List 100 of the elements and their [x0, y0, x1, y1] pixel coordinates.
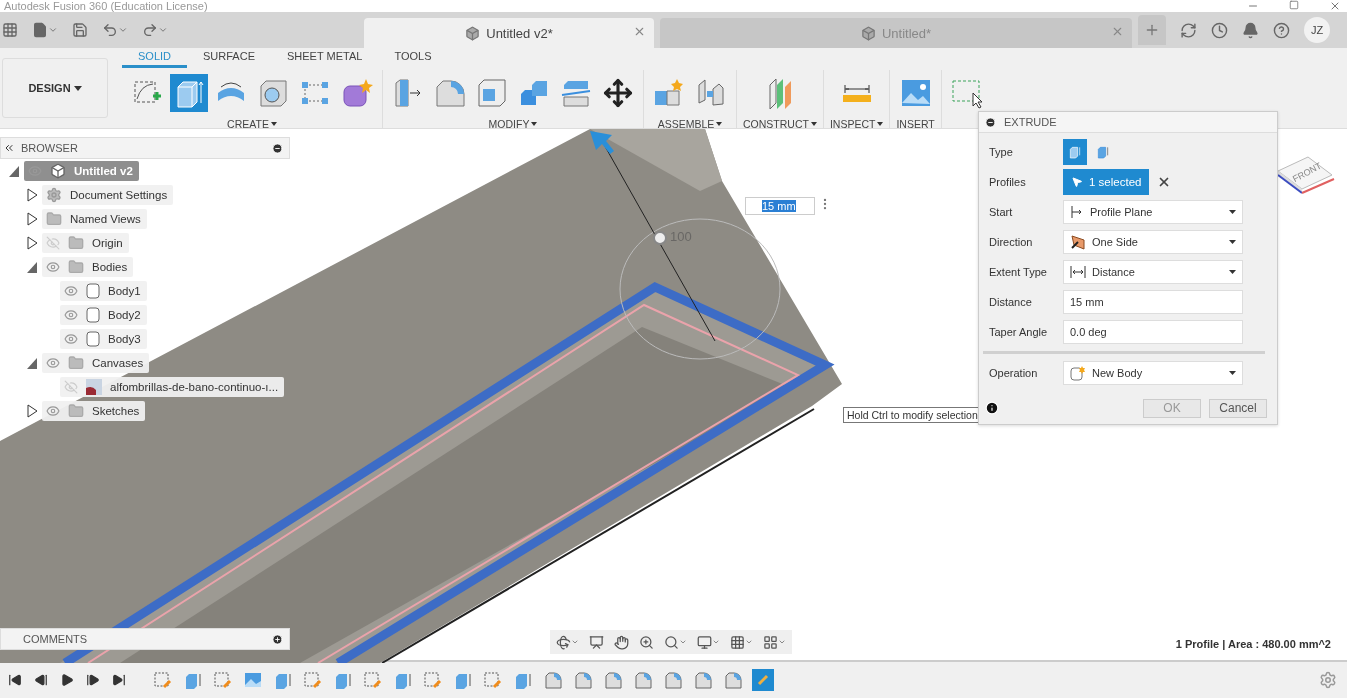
manipulator-handle[interactable] — [653, 231, 667, 245]
timeline-item[interactable] — [752, 669, 774, 691]
dropdown[interactable]: One Side — [1063, 230, 1243, 254]
timeline-item[interactable] — [152, 669, 174, 691]
play-icon[interactable] — [60, 673, 74, 687]
look-at-button[interactable] — [589, 634, 604, 650]
ribbon-tab[interactable]: TOOLS — [378, 48, 448, 68]
bell-icon[interactable] — [1242, 21, 1259, 39]
viewports-button[interactable] — [763, 634, 786, 650]
dropdown[interactable]: Distance — [1063, 260, 1243, 284]
undo-button[interactable] — [102, 22, 128, 38]
direction-icon — [1070, 234, 1086, 250]
file-menu-button[interactable] — [32, 22, 58, 38]
timeline-item[interactable] — [602, 669, 624, 691]
tree-item[interactable]: Body3 — [60, 329, 147, 349]
expand-toggle-icon[interactable] — [26, 404, 38, 418]
redo-button[interactable] — [142, 22, 168, 38]
input-field[interactable]: 0.0 deg — [1063, 320, 1243, 344]
pan-button[interactable] — [614, 634, 629, 650]
document-tab[interactable]: Untitled v2* — [364, 18, 654, 48]
ribbon-tab[interactable]: SHEET METAL — [271, 48, 379, 68]
expand-toggle-icon[interactable] — [26, 212, 38, 226]
apps-grid-button[interactable] — [2, 22, 18, 38]
tree-item[interactable]: Origin — [42, 233, 129, 253]
dropdown[interactable]: New Body — [1063, 361, 1243, 385]
selection-button[interactable]: 1 selected — [1063, 169, 1150, 195]
caret-icon — [1229, 240, 1236, 244]
expand-toggle-icon[interactable] — [26, 236, 38, 250]
group-menu[interactable]: ASSEMBLE — [657, 118, 723, 130]
zoom-button[interactable] — [639, 634, 654, 650]
timeline-item[interactable] — [632, 669, 654, 691]
timeline-item[interactable] — [662, 669, 684, 691]
new-tab-button[interactable] — [1138, 15, 1166, 45]
fillet-icon — [724, 671, 742, 689]
save-icon — [72, 22, 88, 38]
timeline-item[interactable] — [542, 669, 564, 691]
caret-icon — [531, 122, 538, 126]
clock-icon[interactable] — [1211, 21, 1228, 39]
orbit-button[interactable] — [556, 634, 579, 650]
tree-item[interactable]: Body1 — [60, 281, 147, 301]
close-icon[interactable] — [633, 25, 646, 38]
info-icon[interactable] — [985, 401, 999, 415]
user-avatar[interactable]: JZ — [1304, 17, 1330, 43]
last-icon[interactable] — [112, 673, 126, 687]
tree-item[interactable]: Bodies — [42, 257, 134, 277]
timeline-item[interactable] — [482, 669, 504, 691]
undo-icon — [102, 22, 118, 38]
timeline-item[interactable] — [572, 669, 594, 691]
caret-icon — [571, 638, 579, 646]
add-icon[interactable] — [272, 633, 283, 645]
group-menu[interactable]: INSPECT — [829, 118, 884, 130]
previous-icon[interactable] — [34, 673, 48, 687]
group-menu[interactable]: CONSTRUCT — [743, 118, 817, 130]
timeline-item[interactable] — [422, 669, 444, 691]
display-button[interactable] — [697, 634, 720, 650]
cube-icon — [465, 25, 481, 41]
timeline-item[interactable] — [692, 669, 714, 691]
group-menu[interactable]: MODIFY — [488, 118, 538, 130]
expand-toggle-icon[interactable] — [26, 260, 38, 274]
grid-button[interactable] — [730, 634, 753, 650]
sync-icon[interactable] — [1180, 21, 1197, 39]
expand-toggle-icon[interactable] — [26, 188, 38, 202]
extrude-icon — [334, 671, 352, 689]
fit-button[interactable] — [664, 634, 687, 650]
fillet-icon — [604, 671, 622, 689]
close-icon[interactable] — [1111, 25, 1124, 38]
workspace-menu[interactable]: DESIGN — [2, 58, 108, 118]
timeline-item[interactable] — [302, 669, 324, 691]
minimize-icon[interactable] — [272, 142, 283, 154]
type-option[interactable] — [1063, 139, 1087, 165]
next-icon[interactable] — [86, 673, 100, 687]
rotation-ring[interactable] — [619, 218, 781, 360]
help-icon[interactable] — [1273, 21, 1290, 39]
settings-icon[interactable] — [1319, 671, 1337, 689]
expand-toggle-icon[interactable] — [26, 356, 38, 370]
maximize-icon[interactable] — [1289, 0, 1299, 10]
expand-toggle-icon[interactable] — [8, 164, 20, 178]
timeline-item[interactable] — [722, 669, 744, 691]
timeline-item[interactable] — [212, 669, 234, 691]
dialog-button[interactable]: Cancel — [1209, 398, 1267, 418]
dropdown[interactable]: Profile Plane — [1063, 200, 1243, 224]
extrude-icon — [394, 671, 412, 689]
first-icon[interactable] — [8, 673, 22, 687]
group-menu[interactable]: INSERT — [896, 118, 935, 130]
input-field[interactable]: 15 mm — [1063, 290, 1243, 314]
tree-item[interactable]: Canvases — [42, 353, 150, 373]
tree-item[interactable]: Sketches — [42, 401, 146, 421]
close-icon[interactable] — [1329, 0, 1341, 12]
tree-item[interactable]: Document Settings — [42, 185, 174, 205]
arrow-handle[interactable] — [590, 131, 614, 154]
collapse-icon[interactable] — [3, 142, 15, 154]
ribbon-tab[interactable]: SURFACE — [187, 48, 271, 68]
tree-item[interactable]: Named Views — [42, 209, 147, 229]
group-menu[interactable]: CREATE — [227, 118, 277, 130]
tree-item[interactable]: alfombrillas-de-bano-continuo-ı... — [60, 377, 285, 397]
dimension-input[interactable]: 15 mm — [745, 197, 815, 215]
tree-item[interactable]: Body2 — [60, 305, 147, 325]
collapse-icon[interactable] — [985, 116, 996, 128]
timeline-item[interactable] — [362, 669, 384, 691]
save-button[interactable] — [72, 22, 88, 38]
